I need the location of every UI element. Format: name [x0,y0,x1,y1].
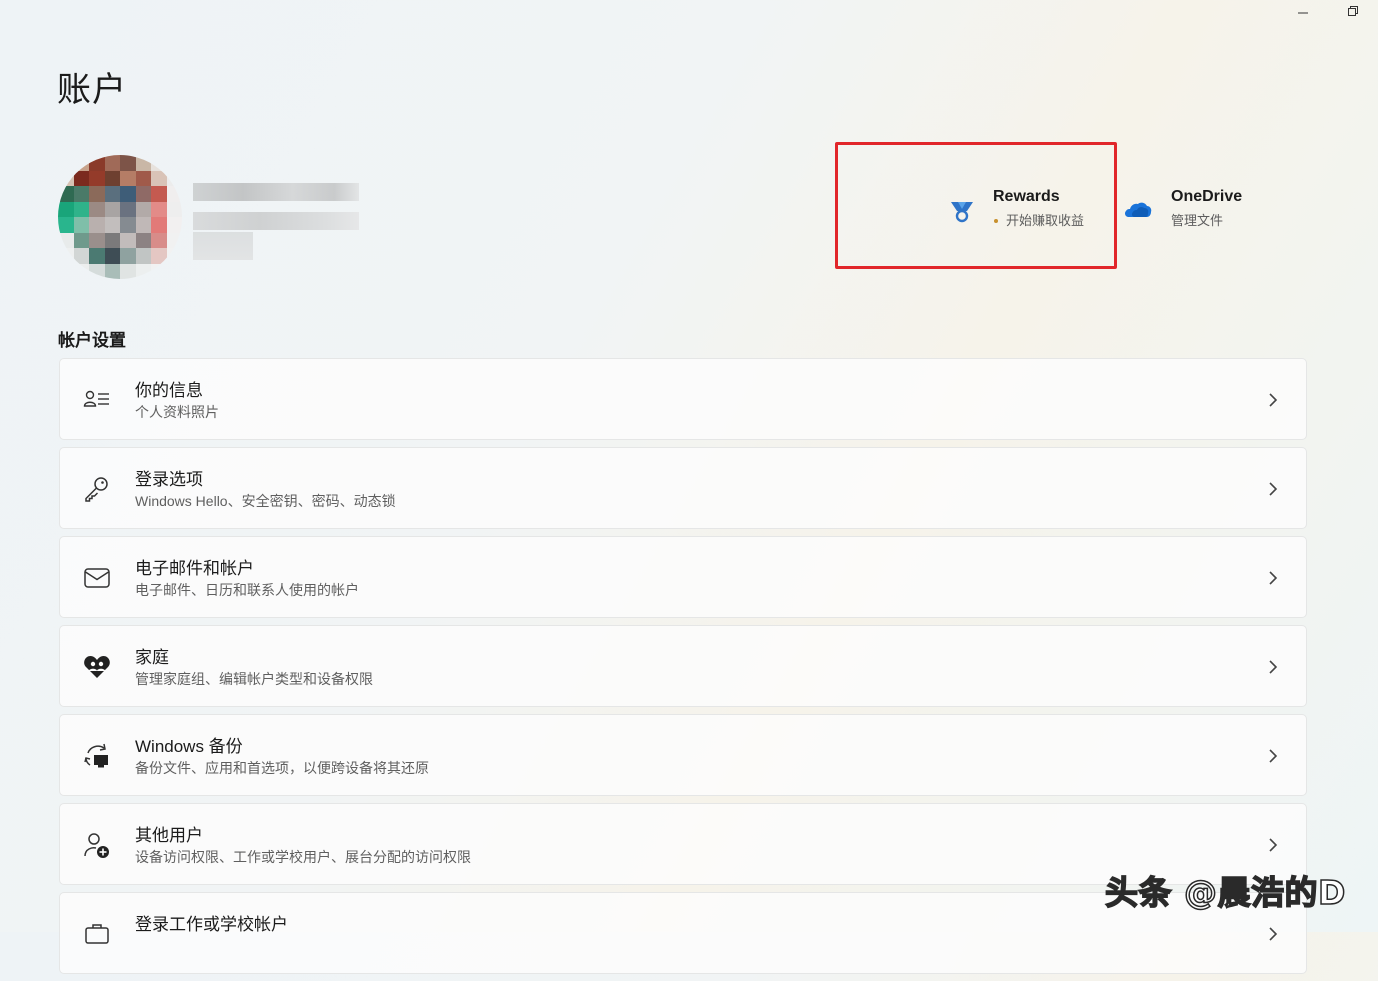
setting-title: 登录工作或学校帐户 [135,915,288,934]
setting-your-info[interactable]: 你的信息 个人资料照片 [59,358,1307,440]
restore-icon [1348,6,1358,16]
setting-windows-backup[interactable]: Windows 备份 备份文件、应用和首选项，以便跨设备将其还原 [59,714,1307,796]
medal-icon [951,202,973,223]
watermark: 头条 @晨浩的D [1104,872,1346,913]
onedrive-title: OneDrive [1171,188,1243,205]
user-detail-redacted [193,232,253,260]
mail-icon [84,568,110,588]
setting-subtitle: 个人资料照片 [135,404,219,420]
window-controls [1278,0,1378,22]
restore-button[interactable] [1328,0,1378,22]
rewards-tile[interactable]: Rewards 开始赚取收益 [947,187,1084,229]
chevron-right-icon [1269,393,1278,407]
onedrive-subtitle: 管理文件 [1171,213,1224,228]
user-email-redacted [193,212,359,230]
onedrive-tile[interactable]: OneDrive 管理文件 [1123,187,1242,229]
chevron-right-icon [1269,838,1278,852]
setting-title: 家庭 [135,648,169,667]
chevron-right-icon [1269,749,1278,763]
setting-subtitle: 电子邮件、日历和联系人使用的帐户 [135,582,359,598]
add-person-icon [84,833,109,858]
chevron-right-icon [1269,571,1278,585]
setting-title: 登录选项 [135,470,203,489]
minimize-icon [1298,12,1308,14]
setting-email-accounts[interactable]: 电子邮件和帐户 电子邮件、日历和联系人使用的帐户 [59,536,1307,618]
status-dot [994,218,998,223]
avatar[interactable] [58,155,182,279]
rewards-title: Rewards [993,188,1060,205]
backup-sync-icon [84,743,108,768]
minimize-button[interactable] [1278,0,1328,22]
family-heart-icon [84,656,110,678]
setting-subtitle: 设备访问权限、工作或学校用户、展台分配的访问权限 [135,849,471,865]
setting-title: 你的信息 [135,381,203,400]
chevron-right-icon [1269,660,1278,674]
rewards-subtitle: 开始赚取收益 [1006,213,1085,228]
setting-title: Windows 备份 [135,737,243,756]
chevron-right-icon [1269,482,1278,496]
section-title: 帐户设置 [58,331,126,350]
person-list-icon [83,390,109,407]
setting-subtitle: Windows Hello、安全密钥、密码、动态锁 [135,493,396,509]
setting-subtitle: 备份文件、应用和首选项，以便跨设备将其还原 [135,760,429,776]
setting-family[interactable]: 家庭 管理家庭组、编辑帐户类型和设备权限 [59,625,1307,707]
user-name-redacted [193,183,359,201]
page-title: 账户 [57,71,127,109]
chevron-right-icon [1269,927,1278,941]
setting-title: 其他用户 [135,826,203,845]
setting-sign-in-options[interactable]: 登录选项 Windows Hello、安全密钥、密码、动态锁 [59,447,1307,529]
cloud-icon [1125,202,1152,217]
key-icon [85,477,108,502]
setting-subtitle: 管理家庭组、编辑帐户类型和设备权限 [135,671,373,687]
setting-title: 电子邮件和帐户 [135,559,254,578]
briefcase-icon [85,924,109,944]
